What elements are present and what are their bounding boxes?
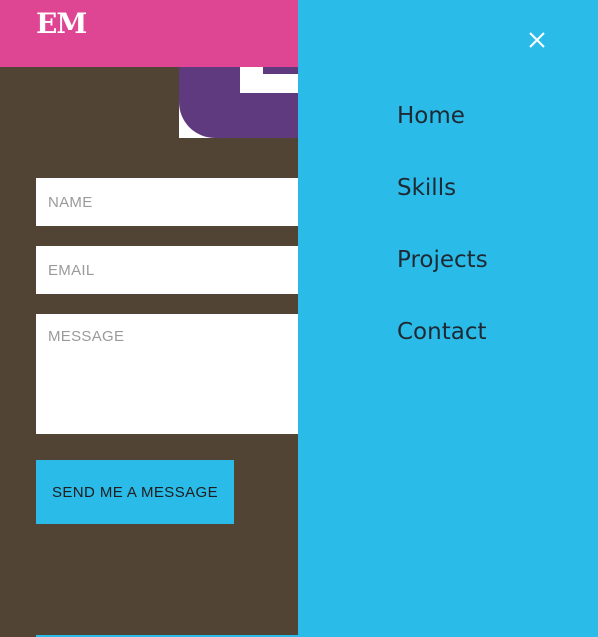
logo[interactable]: EM — [36, 6, 87, 42]
page: EM SEND ME A MESSAGE Home Skills Project… — [0, 0, 598, 637]
close-menu-button[interactable] — [526, 29, 548, 51]
nav-link-projects[interactable]: Projects — [397, 245, 488, 275]
nav-link-home[interactable]: Home — [397, 101, 465, 131]
name-input[interactable] — [36, 178, 298, 226]
email-input[interactable] — [36, 246, 298, 294]
send-message-button[interactable]: SEND ME A MESSAGE — [36, 460, 234, 524]
decorative-inner-purple — [263, 67, 298, 74]
message-textarea[interactable] — [36, 314, 298, 434]
close-icon — [529, 32, 545, 48]
nav-link-skills[interactable]: Skills — [397, 173, 456, 203]
side-menu: Home Skills Projects Contact — [298, 0, 598, 637]
nav-link-contact[interactable]: Contact — [397, 317, 486, 347]
